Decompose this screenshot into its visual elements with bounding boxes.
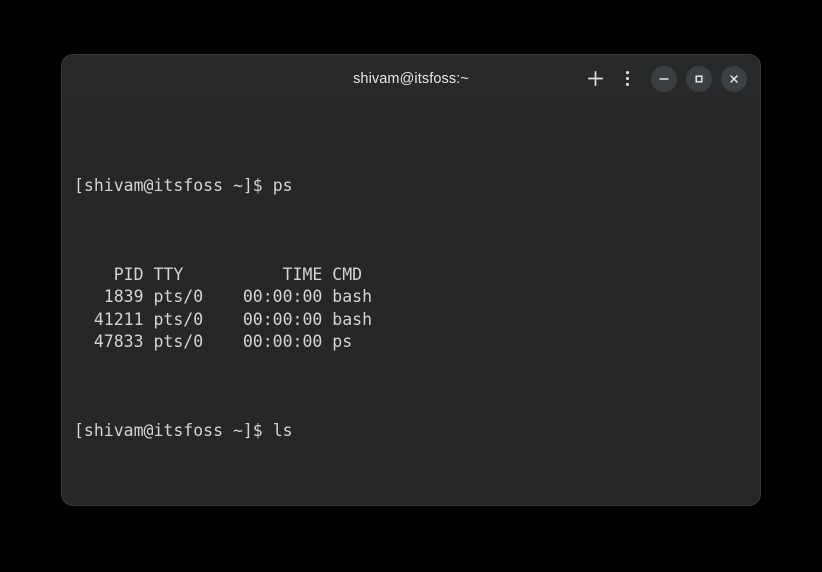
maximize-button[interactable] [686, 66, 712, 92]
prompt-text: [shivam@itsfoss ~]$ [74, 421, 273, 440]
ps-output-line: 41211 pts/0 00:00:00 bash [62, 309, 760, 331]
prompt-line-ls: [shivam@itsfoss ~]$ ls [62, 420, 760, 442]
minimize-icon [658, 73, 670, 85]
ps-output-line: PID TTY TIME CMD [62, 264, 760, 286]
titlebar-controls [580, 55, 747, 102]
terminal-window: shivam@itsfoss:~ [62, 55, 760, 505]
ps-output-line: 47833 pts/0 00:00:00 ps [62, 331, 760, 353]
ps-output-line: 1839 pts/0 00:00:00 bash [62, 286, 760, 308]
minimize-button[interactable] [651, 66, 677, 92]
command-ps: ps [273, 176, 293, 195]
new-tab-button[interactable] [580, 64, 610, 94]
maximize-icon [693, 73, 705, 85]
prompt-line-ps: [shivam@itsfoss ~]$ ps [62, 175, 760, 197]
close-icon [728, 73, 740, 85]
ps-output: PID TTY TIME CMD 1839 pts/0 00:00:00 bas… [62, 264, 760, 353]
menu-button[interactable] [612, 64, 642, 94]
title-bar: shivam@itsfoss:~ [62, 55, 760, 102]
prompt-text: [shivam@itsfoss ~]$ [74, 176, 273, 195]
window-title: shivam@itsfoss:~ [353, 71, 469, 87]
plus-icon [587, 70, 604, 87]
kebab-menu-icon [625, 70, 630, 87]
close-button[interactable] [721, 66, 747, 92]
terminal-output-area[interactable]: [shivam@itsfoss ~]$ ps PID TTY TIME CMD … [62, 102, 760, 505]
command-ls: ls [273, 421, 293, 440]
